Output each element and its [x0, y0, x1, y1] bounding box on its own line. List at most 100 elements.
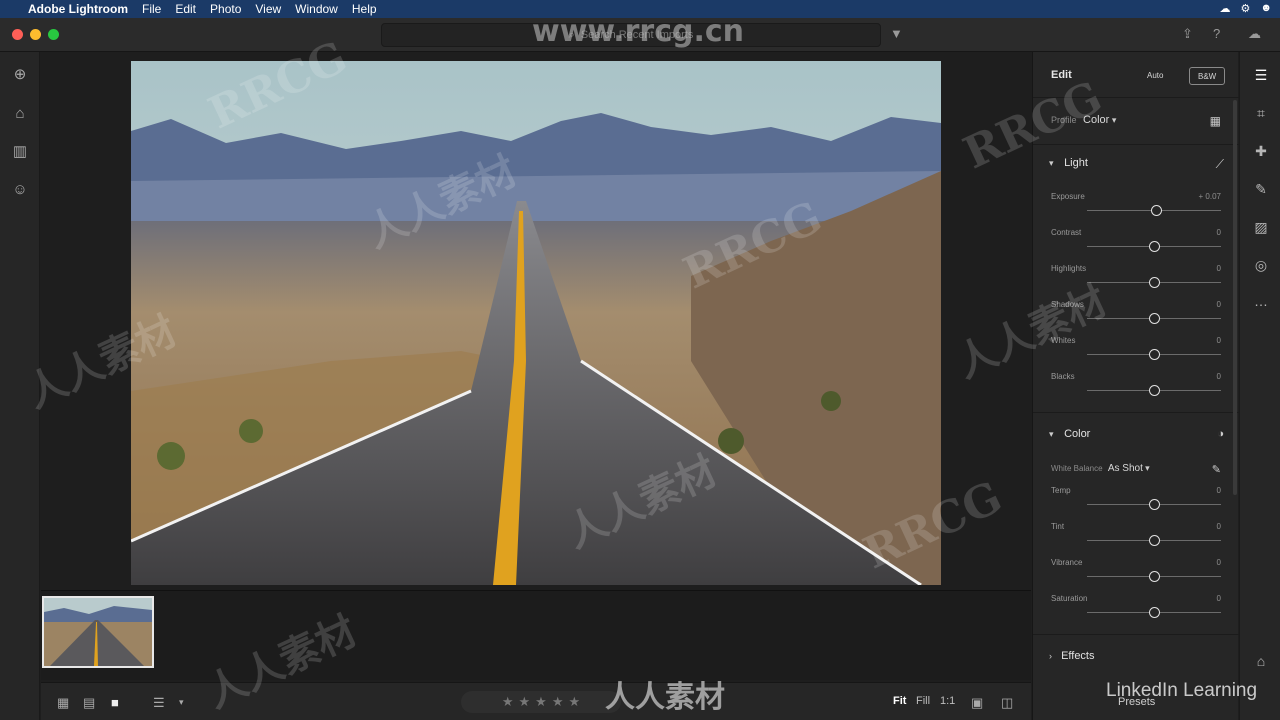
menu-file[interactable]: File [142, 2, 161, 16]
color-mix-icon[interactable]: ◑ [1217, 428, 1224, 440]
white-balance-value[interactable]: As Shot [1108, 463, 1143, 474]
share-icon[interactable]: ⇪ [1182, 26, 1193, 42]
fill-button[interactable]: Fill [916, 695, 930, 707]
edit-sliders-icon[interactable]: ☰ [1252, 66, 1270, 84]
sort-dropdown-icon[interactable]: ▾ [179, 697, 184, 708]
eyedropper-icon[interactable]: ✎ [1212, 463, 1221, 476]
slider-contrast[interactable]: Contrast 0 [1051, 228, 1221, 258]
minimize-window-button[interactable] [30, 29, 41, 40]
star-4-icon[interactable]: ★ [552, 694, 564, 710]
filter-icon[interactable]: ▼ [890, 26, 903, 41]
people-icon[interactable]: ☺ [10, 180, 30, 200]
white-balance-row[interactable]: White Balance As Shot ▾ ✎ [1051, 463, 1221, 479]
slider-knob[interactable] [1148, 241, 1160, 252]
help-icon[interactable]: ? [1213, 26, 1220, 41]
slider-knob[interactable] [1148, 499, 1160, 510]
slider-knob[interactable] [1148, 535, 1160, 546]
star-2-icon[interactable]: ★ [519, 694, 531, 710]
slider-shadows[interactable]: Shadows 0 [1051, 300, 1221, 330]
slider-knob[interactable] [1151, 205, 1163, 216]
cn-logo-watermark: 人人素材 [605, 681, 725, 714]
effects-section-header[interactable]: › Effects [1049, 650, 1095, 662]
menu-photo[interactable]: Photo [210, 2, 241, 16]
slider-value[interactable]: 0 [1217, 522, 1221, 531]
menu-window[interactable]: Window [295, 2, 338, 16]
white-balance-dropdown-icon[interactable]: ▾ [1145, 463, 1150, 473]
status-gear-icon[interactable]: ⚙ [1241, 2, 1251, 15]
tone-curve-icon[interactable]: ⟋ [1216, 157, 1224, 172]
app-menu[interactable]: Adobe Lightroom [28, 2, 128, 16]
slider-knob[interactable] [1148, 385, 1160, 396]
slider-knob[interactable] [1148, 349, 1160, 360]
slider-value[interactable]: 0 [1217, 228, 1221, 237]
slider-value[interactable]: 0 [1217, 264, 1221, 273]
slider-tint[interactable]: Tint 0 [1051, 522, 1221, 552]
menu-help[interactable]: Help [352, 2, 377, 16]
tool-rail: ☰ ⌗ ✚ ✎ ▨ ◎ … ⌂ [1239, 52, 1280, 720]
slider-value[interactable]: + 0.07 [1199, 192, 1221, 201]
linear-gradient-icon[interactable]: ▨ [1252, 218, 1270, 236]
slider-blacks[interactable]: Blacks 0 [1051, 372, 1221, 402]
radial-gradient-icon[interactable]: ◎ [1252, 256, 1270, 274]
slider-knob[interactable] [1148, 607, 1160, 618]
color-chevron-icon[interactable]: ▾ [1049, 429, 1061, 440]
light-chevron-icon[interactable]: ▾ [1049, 158, 1061, 169]
slider-whites[interactable]: Whites 0 [1051, 336, 1221, 366]
crop-icon[interactable]: ⌗ [1252, 104, 1270, 122]
before-after-icon[interactable]: ◫ [1001, 695, 1013, 711]
home-icon[interactable]: ⌂ [10, 104, 30, 124]
filmstrip-thumbnail[interactable] [42, 596, 154, 668]
photo-grid-icon[interactable]: ▤ [83, 695, 95, 711]
light-section-header[interactable]: ▾ Light ⟋ [1049, 157, 1224, 175]
slider-value[interactable]: 0 [1217, 372, 1221, 381]
slider-exposure[interactable]: Exposure + 0.07 [1051, 192, 1221, 222]
slider-vibrance[interactable]: Vibrance 0 [1051, 558, 1221, 588]
star-rating[interactable]: ★ ★ ★ ★ ★ [461, 691, 621, 713]
slider-value[interactable]: 0 [1217, 336, 1221, 345]
slider-saturation[interactable]: Saturation 0 [1051, 594, 1221, 624]
color-section-header[interactable]: ▾ Color ◑ [1049, 428, 1224, 446]
close-window-button[interactable] [12, 29, 23, 40]
sort-icon[interactable]: ☰ [153, 695, 165, 711]
edit-panel-scrollbar[interactable] [1233, 100, 1237, 495]
zoom-window-button[interactable] [48, 29, 59, 40]
slider-value[interactable]: 0 [1217, 594, 1221, 603]
profile-dropdown-icon[interactable]: ▾ [1112, 115, 1117, 125]
slider-value[interactable]: 0 [1217, 486, 1221, 495]
menu-view[interactable]: View [255, 2, 281, 16]
add-photos-icon[interactable]: ⊕ [10, 65, 30, 85]
library-icon[interactable]: ▥ [10, 142, 30, 162]
star-3-icon[interactable]: ★ [535, 694, 547, 710]
slider-value[interactable]: 0 [1217, 300, 1221, 309]
square-grid-icon[interactable]: ▦ [57, 695, 69, 711]
star-5-icon[interactable]: ★ [568, 694, 580, 710]
profile-browser-icon[interactable]: ▦ [1210, 114, 1221, 128]
fit-button[interactable]: Fit [893, 695, 906, 707]
compare-icon[interactable]: ▣ [971, 695, 983, 711]
keywords-tag-icon[interactable]: ⌂ [1252, 652, 1270, 670]
brush-icon[interactable]: ✎ [1252, 180, 1270, 198]
cloud-sync-icon[interactable]: ☁ [1248, 26, 1261, 42]
star-1-icon[interactable]: ★ [502, 694, 514, 710]
user-icon[interactable]: ☻ [1260, 2, 1272, 15]
thumbnail-photo [44, 598, 152, 666]
profile-row[interactable]: Profile Color ▾ ▦ [1051, 114, 1221, 130]
slider-temp[interactable]: Temp 0 [1051, 486, 1221, 516]
slider-knob[interactable] [1148, 277, 1160, 288]
slider-value[interactable]: 0 [1217, 558, 1221, 567]
edit-panel: Edit Auto B&W Profile Color ▾ ▦ ▾ Light … [1032, 52, 1239, 720]
main-photo[interactable] [131, 61, 941, 585]
slider-knob[interactable] [1148, 313, 1160, 324]
profile-value[interactable]: Color [1083, 114, 1109, 126]
auto-button[interactable]: Auto [1139, 67, 1171, 85]
menu-edit[interactable]: Edit [175, 2, 196, 16]
slider-knob[interactable] [1148, 571, 1160, 582]
healing-brush-icon[interactable]: ✚ [1252, 142, 1270, 160]
detail-view-icon[interactable]: ■ [111, 695, 119, 710]
more-icon[interactable]: … [1252, 292, 1270, 310]
one-to-one-button[interactable]: 1:1 [940, 695, 955, 707]
creative-cloud-icon[interactable]: ☁ [1220, 2, 1231, 15]
effects-chevron-icon[interactable]: › [1049, 651, 1052, 661]
slider-highlights[interactable]: Highlights 0 [1051, 264, 1221, 294]
bw-button[interactable]: B&W [1189, 67, 1226, 85]
